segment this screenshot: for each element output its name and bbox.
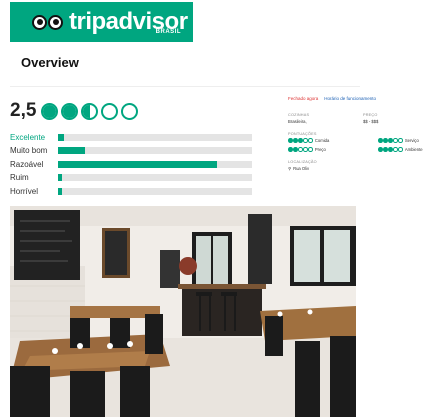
histogram-row[interactable]: Ruim xyxy=(10,172,252,184)
restaurant-info-panel: Fechado agora Horário de funcionamento C… xyxy=(288,96,438,171)
score-bubbles-icon xyxy=(378,147,403,152)
histogram-bar-fill xyxy=(58,160,218,168)
logo-country-text: BRASIL xyxy=(155,29,181,35)
category-scores: Comida Serviço Preço Ambiente xyxy=(288,138,438,152)
histogram-bar-fill xyxy=(58,147,86,155)
histogram-row[interactable]: Muito bom xyxy=(10,145,252,157)
category-score: Preço xyxy=(288,147,378,152)
histogram-label: Razoável xyxy=(10,159,44,169)
open-status: Fechado agora xyxy=(288,96,319,101)
histogram-bar-track xyxy=(58,160,252,168)
category-score: Comida xyxy=(288,138,378,143)
histogram-label: Muito bom xyxy=(10,146,48,156)
histogram-row[interactable]: Horrível xyxy=(10,185,252,197)
histogram-bar-track xyxy=(58,147,252,155)
histogram-bar-fill xyxy=(58,174,62,182)
restaurant-photo[interactable] xyxy=(10,206,356,417)
rating-bubbles xyxy=(41,102,139,120)
score-bubbles-icon xyxy=(288,138,313,143)
score-bubbles-icon xyxy=(378,138,403,143)
location-value[interactable]: Rua Oliv xyxy=(293,166,309,171)
histogram-bar-track xyxy=(58,174,252,182)
category-score: Ambiente xyxy=(378,147,438,152)
histogram-label: Ruim xyxy=(10,173,29,183)
histogram-bar-track xyxy=(58,187,252,195)
rating-bubble-icon xyxy=(61,102,79,120)
category-score: Serviço xyxy=(378,138,438,143)
owl-eyes-icon xyxy=(32,14,63,30)
score-bubbles-icon xyxy=(288,147,313,152)
tripadvisor-logo[interactable]: tripadvisor BRASIL xyxy=(10,2,193,42)
rating-histogram: Excelente Muito bom Razoável Ruim Horrível xyxy=(10,131,252,199)
cuisine-value: Brasileira, xyxy=(288,119,307,124)
histogram-label: Horrível xyxy=(10,186,39,196)
histogram-row[interactable]: Razoável xyxy=(10,158,252,170)
score-label: Serviço xyxy=(404,138,419,143)
price-heading: PREÇO xyxy=(363,113,378,117)
scores-heading: PONTUAÇÕES xyxy=(288,132,317,136)
restaurant-interior-image xyxy=(10,206,356,417)
rating-bubble-icon xyxy=(121,102,139,120)
section-title: Overview xyxy=(21,55,79,70)
rating-bubble-icon xyxy=(41,102,59,120)
histogram-bar-fill xyxy=(58,187,62,195)
cuisine-heading: COZINHAS xyxy=(288,113,310,117)
hours-link[interactable]: Horário de funcionamento xyxy=(324,96,376,101)
histogram-bar-track xyxy=(58,133,252,141)
map-pin-icon: ⚲ xyxy=(288,166,292,171)
histogram-bar-fill xyxy=(58,133,64,141)
rating-bubble-icon xyxy=(101,102,119,120)
rating-value: 2,5 xyxy=(10,100,37,121)
price-value: $$ - $$$ xyxy=(363,119,379,124)
score-label: Ambiente xyxy=(404,147,423,152)
location-heading: LOCALIZAÇÃO xyxy=(288,160,317,164)
score-label: Comida xyxy=(314,138,330,143)
rating-bubble-icon xyxy=(81,102,99,120)
overall-rating: 2,5 xyxy=(10,100,139,122)
histogram-label: Excelente xyxy=(10,132,46,142)
score-label: Preço xyxy=(314,147,326,152)
histogram-row[interactable]: Excelente xyxy=(10,131,252,143)
divider xyxy=(10,86,360,87)
